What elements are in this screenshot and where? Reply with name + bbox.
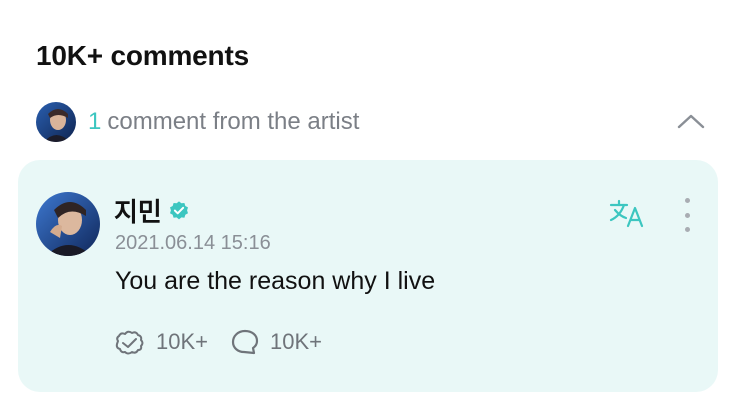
chevron-up-icon[interactable] xyxy=(674,106,708,136)
more-vertical-icon[interactable] xyxy=(678,198,696,232)
author-name[interactable]: 지민 xyxy=(114,192,162,229)
reply-bubble-icon xyxy=(231,329,259,355)
artist-comment-card: 지민 2021.06.14 15:16 You are the reason w… xyxy=(18,160,718,392)
translate-icon[interactable] xyxy=(608,198,648,230)
reply-button[interactable]: 10K+ xyxy=(230,328,322,356)
author-avatar[interactable] xyxy=(36,192,100,256)
artist-avatar-small xyxy=(36,102,76,142)
like-button[interactable]: 10K+ xyxy=(114,328,208,356)
reply-count: 10K+ xyxy=(270,329,322,354)
comments-header: 10K+ comments xyxy=(36,40,249,71)
verified-badge-icon xyxy=(169,200,188,219)
like-icon xyxy=(115,330,144,355)
like-count: 10K+ xyxy=(156,329,208,354)
artist-comments-toggle[interactable]: 1 comment from the artist xyxy=(36,100,708,144)
comment-text: You are the reason why I live xyxy=(115,267,436,295)
comment-timestamp: 2021.06.14 15:16 xyxy=(115,232,271,254)
artist-comment-label: comment from the artist xyxy=(107,108,360,135)
artist-comment-count: 1 xyxy=(88,108,102,135)
